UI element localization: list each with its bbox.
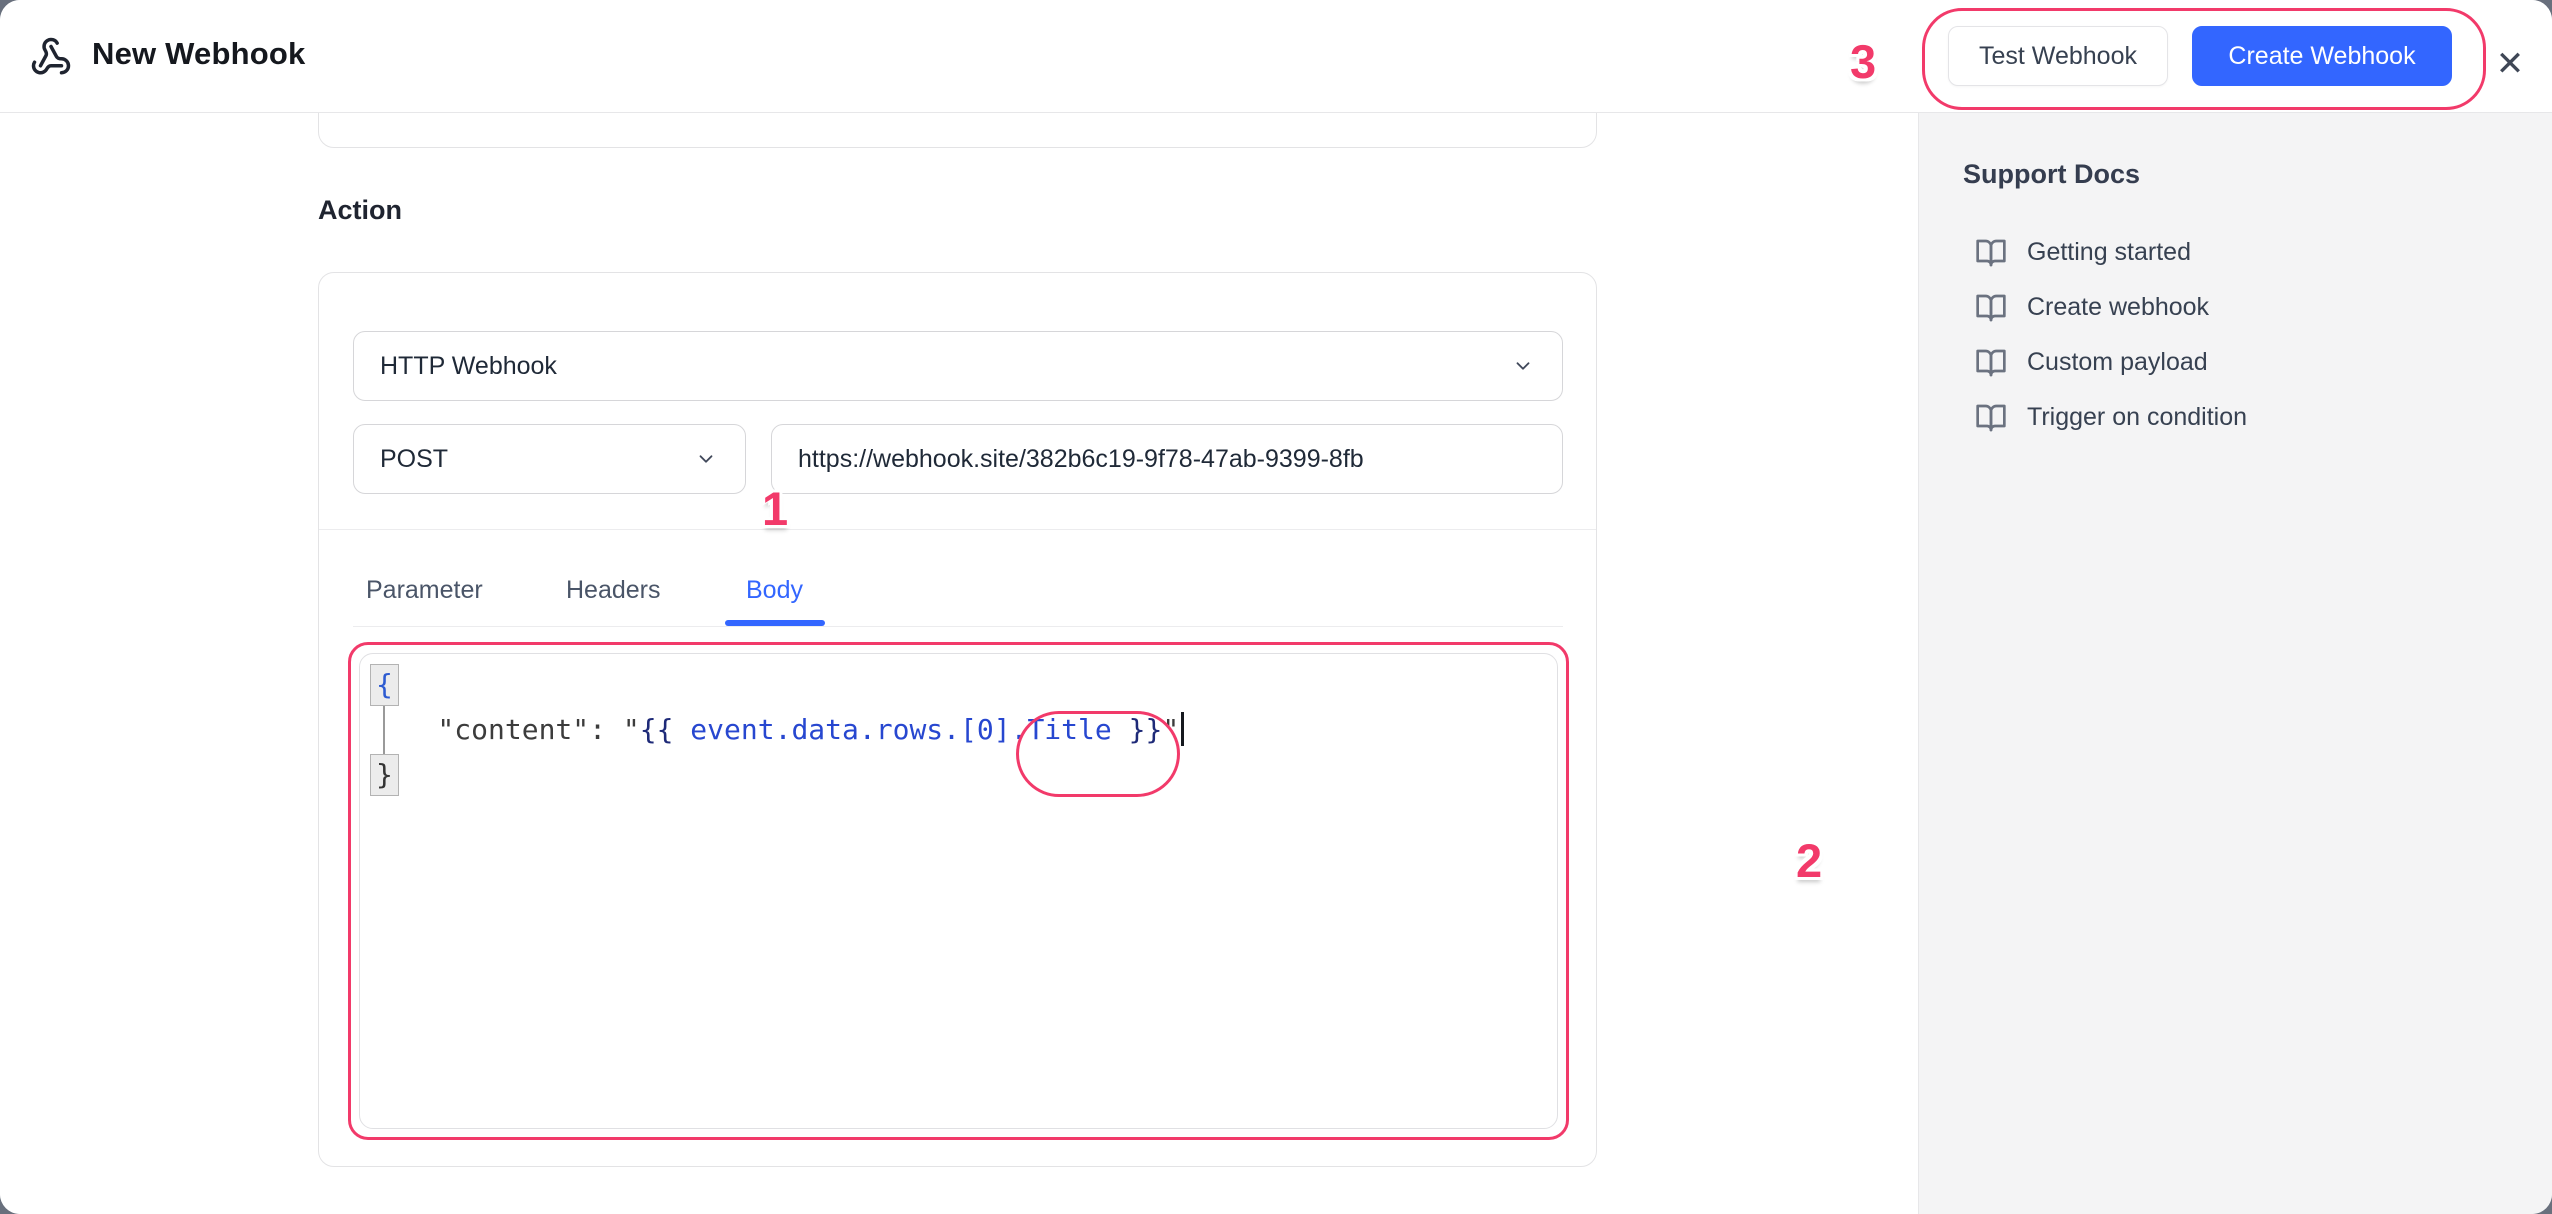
webhook-type-select[interactable]: HTTP Webhook xyxy=(353,331,1563,401)
closing-quote: " xyxy=(1162,713,1179,746)
main-content: Action HTTP Webhook POST https://webhook… xyxy=(0,113,1918,1214)
docs-list: Getting started Create webhook Custom pa… xyxy=(1975,225,2247,445)
page-title: New Webhook xyxy=(92,36,305,72)
doc-link-label: Getting started xyxy=(2027,238,2191,267)
modal-header: New Webhook Test Webhook Create Webhook … xyxy=(0,0,2552,113)
doc-link-create-webhook[interactable]: Create webhook xyxy=(1975,280,2247,335)
close-icon[interactable]: ✕ xyxy=(2490,44,2530,84)
doc-link-getting-started[interactable]: Getting started xyxy=(1975,225,2247,280)
action-card: HTTP Webhook POST https://webhook.site/3… xyxy=(318,272,1597,1167)
template-expression: event.data.rows.[0].Title xyxy=(673,713,1128,746)
card-divider xyxy=(319,529,1596,530)
text-cursor xyxy=(1181,712,1184,746)
new-webhook-modal: New Webhook Test Webhook Create Webhook … xyxy=(0,0,2552,1214)
doc-link-label: Custom payload xyxy=(2027,348,2208,377)
book-open-icon xyxy=(1975,402,2007,434)
chevron-down-icon xyxy=(1512,355,1534,377)
webhook-icon xyxy=(30,36,72,83)
test-webhook-button[interactable]: Test Webhook xyxy=(1948,26,2168,86)
code-content: { "content": "{{ event.data.rows.[0].Tit… xyxy=(370,662,1184,797)
http-method-value: POST xyxy=(380,445,448,474)
template-open-braces: {{ xyxy=(640,713,674,746)
doc-link-label: Create webhook xyxy=(2027,293,2209,322)
annotation-step-1: 1 xyxy=(762,481,788,536)
body-code-editor[interactable]: { "content": "{{ event.data.rows.[0].Tit… xyxy=(359,653,1558,1129)
action-heading: Action xyxy=(318,195,402,226)
book-open-icon xyxy=(1975,292,2007,324)
http-method-select[interactable]: POST xyxy=(353,424,746,494)
doc-link-trigger-on-condition[interactable]: Trigger on condition xyxy=(1975,390,2247,445)
tab-body[interactable]: Body xyxy=(746,576,803,605)
support-docs-heading: Support Docs xyxy=(1963,159,2140,190)
book-open-icon xyxy=(1975,237,2007,269)
annotation-step-2: 2 xyxy=(1796,833,1822,888)
active-tab-underline xyxy=(725,620,825,626)
code-key-segment: "content": " xyxy=(370,713,640,746)
tabs-divider xyxy=(353,626,1563,627)
chevron-down-icon xyxy=(695,448,717,470)
close-brace: } xyxy=(370,754,399,796)
template-close-braces: }} xyxy=(1129,713,1163,746)
open-brace: { xyxy=(370,664,399,706)
webhook-url-input[interactable]: https://webhook.site/382b6c19-9f78-47ab-… xyxy=(771,424,1563,494)
annotation-step-3: 3 xyxy=(1850,34,1876,89)
book-open-icon xyxy=(1975,347,2007,379)
support-docs-sidebar: Support Docs Getting started Create webh… xyxy=(1918,113,2552,1214)
tab-parameter[interactable]: Parameter xyxy=(366,576,483,605)
create-webhook-button[interactable]: Create Webhook xyxy=(2192,26,2452,86)
webhook-type-value: HTTP Webhook xyxy=(380,352,557,381)
doc-link-label: Trigger on condition xyxy=(2027,403,2247,432)
doc-link-custom-payload[interactable]: Custom payload xyxy=(1975,335,2247,390)
tab-headers[interactable]: Headers xyxy=(566,576,661,605)
